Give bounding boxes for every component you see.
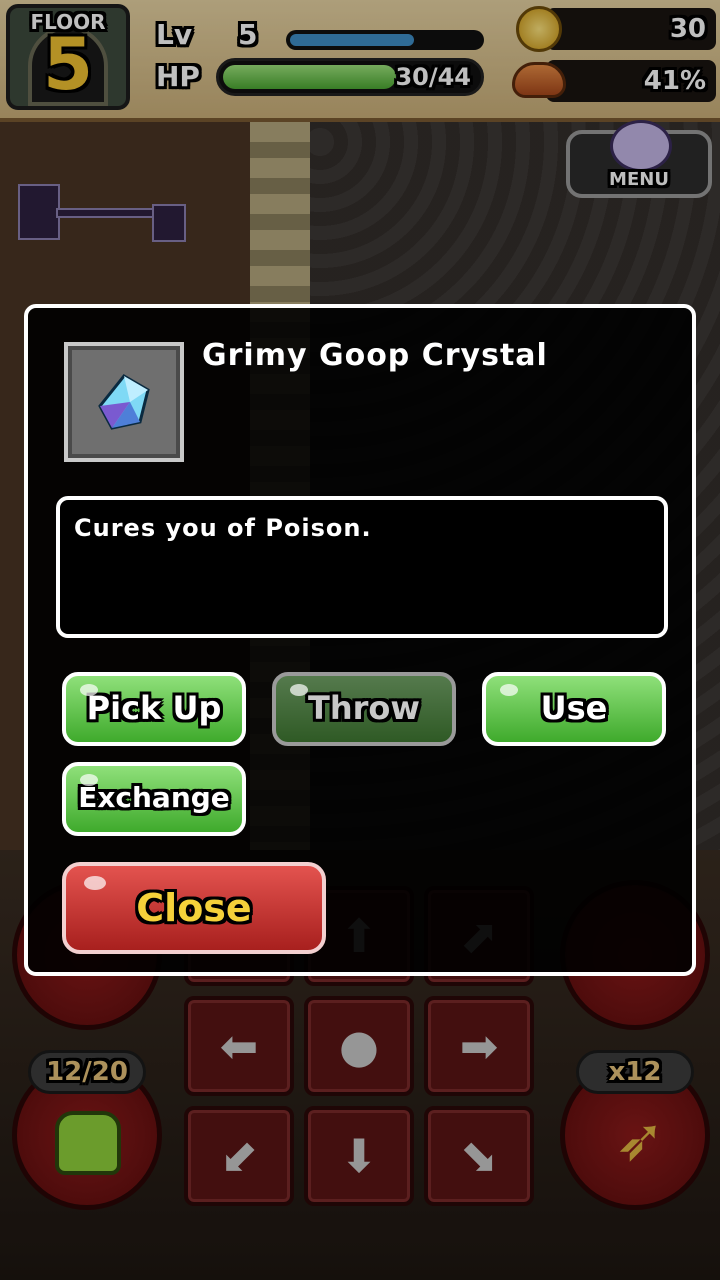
button-shine [500,684,518,696]
exchange-button[interactable]: Exchange [62,762,246,836]
item-description-box: Cures you of Poison. [56,496,668,638]
throw-button[interactable]: Throw [272,672,456,746]
close-label: Close [136,886,252,930]
button-shine [80,684,98,696]
pick-up-label: Pick Up [86,689,222,727]
button-shine [84,876,106,890]
item-icon-frame [64,342,184,462]
throw-label: Throw [308,689,420,727]
item-dialog: Grimy Goop Crystal Cures you of Poison. … [24,304,696,976]
button-shine [290,684,308,696]
item-name: Grimy Goop Crystal [202,338,548,373]
close-button[interactable]: Close [62,862,326,954]
use-label: Use [540,689,608,727]
item-description: Cures you of Poison. [74,514,372,542]
button-shine [80,774,98,786]
use-button[interactable]: Use [482,672,666,746]
pick-up-button[interactable]: Pick Up [62,672,246,746]
crystal-icon [98,374,150,430]
exchange-label: Exchange [78,781,230,814]
